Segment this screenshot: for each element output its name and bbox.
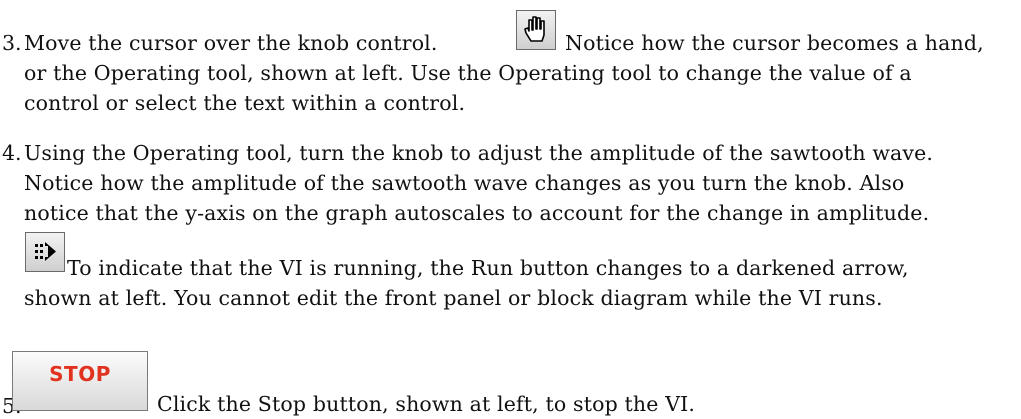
step-3-number: 3. — [2, 31, 22, 55]
step-3-text-line-4: control or select the text within a cont… — [24, 91, 466, 115]
hand-cursor-glyph — [524, 16, 545, 42]
step-5-text-line-1: Click the Stop button, shown at left, to… — [157, 392, 696, 416]
hand-cursor-icon — [516, 10, 556, 50]
step-3-text-line-2: Notice how the cursor becomes a hand, — [565, 31, 984, 55]
step-4-text-line-1: Using the Operating tool, turn the knob … — [24, 141, 934, 165]
step-3-text-line-1: Move the cursor over the knob control. — [24, 31, 438, 55]
step-4-text-line-2: Notice how the amplitude of the sawtooth… — [24, 171, 905, 195]
stop-button-label: STOP — [49, 362, 111, 386]
stop-button-icon: STOP — [12, 351, 148, 411]
run-arrow-glyph — [35, 242, 56, 261]
run-arrow-icon — [25, 232, 65, 272]
step-4-text-line-3: notice that the y-axis on the graph auto… — [24, 201, 930, 225]
step-4-note-line-1: To indicate that the VI is running, the … — [67, 256, 909, 280]
step-3-text-line-3: or the Operating tool, shown at left. Us… — [24, 61, 912, 85]
step-4-number: 4. — [2, 141, 22, 165]
step-4-note-line-2: shown at left. You cannot edit the front… — [24, 286, 883, 310]
